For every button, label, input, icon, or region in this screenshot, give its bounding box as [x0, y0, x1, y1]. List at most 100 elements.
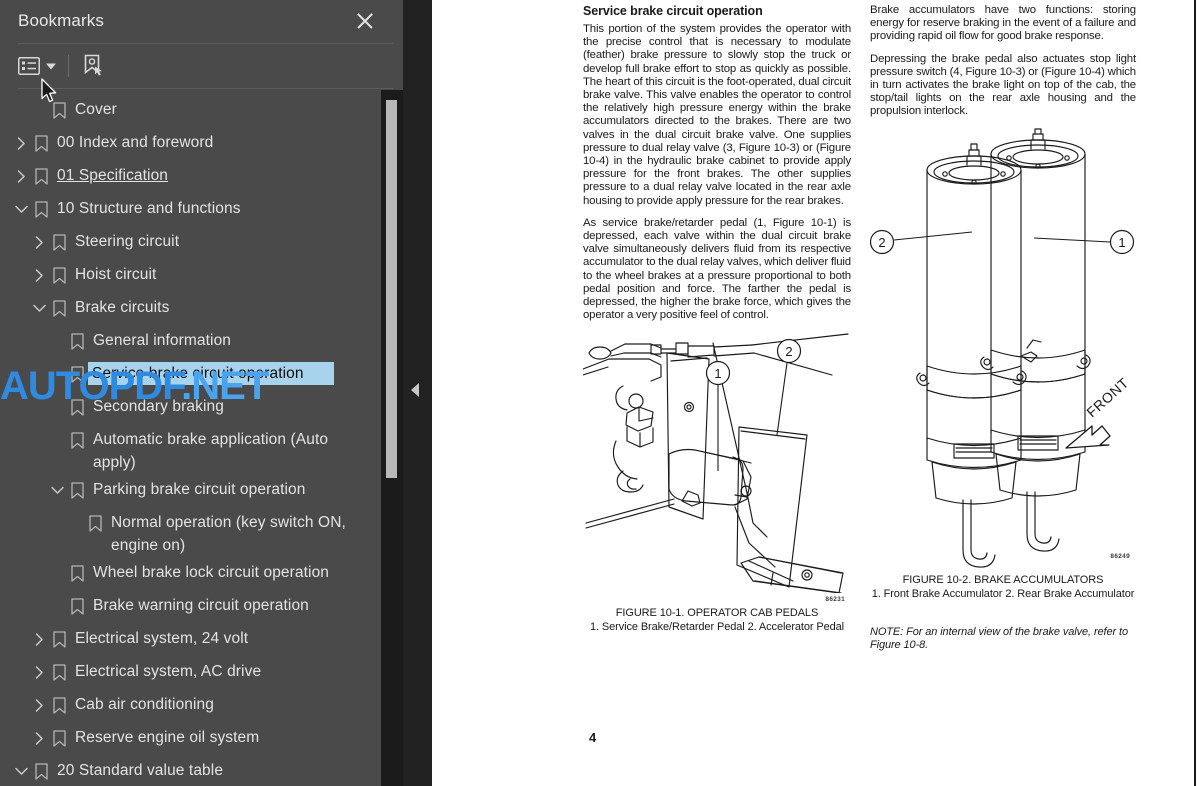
bookmark-item[interactable]: Hoist circuit [0, 259, 381, 292]
bookmark-item-label: 20 Standard value table [57, 762, 224, 779]
bookmark-item-label: General information [93, 332, 232, 349]
bookmark-item[interactable]: Cover [0, 94, 381, 127]
bookmark-item-label: Electrical system, AC drive [75, 663, 262, 680]
close-icon[interactable] [352, 8, 378, 34]
twisty-spacer [48, 395, 66, 419]
svg-text:FRONT: FRONT [1083, 374, 1131, 420]
bookmark-item[interactable]: Parking brake circuit operation [0, 474, 381, 507]
triangle-left-icon[interactable] [411, 383, 419, 397]
bookmark-item-label: Brake circuits [75, 299, 170, 316]
twisty-spacer [48, 428, 66, 452]
bookmark-item[interactable]: Service brake circuit operation [0, 358, 381, 391]
chevron-down-icon[interactable] [12, 759, 30, 783]
bookmark-item-label: Electrical system, 24 volt [75, 630, 249, 647]
bookmark-item-label: Parking brake circuit operation [93, 481, 306, 498]
svg-text:1: 1 [714, 366, 721, 381]
bookmark-item-label: Normal operation (key switch ON, engine … [111, 514, 346, 554]
bookmark-icon [48, 263, 70, 287]
document-right-column: Brake accumulators have two functions: s… [870, 4, 1136, 652]
chevron-right-icon[interactable] [30, 693, 48, 717]
bookmark-icon [48, 627, 70, 651]
chevron-right-icon[interactable] [30, 230, 48, 254]
bookmark-item[interactable]: Brake circuits [0, 292, 381, 325]
document-left-column: Service brake circuit operation This por… [583, 4, 851, 634]
paragraph: Depressing the brake pedal also actuates… [870, 52, 1136, 118]
bookmark-item[interactable]: Electrical system, 24 volt [0, 623, 381, 656]
bookmark-item-label: Service brake circuit operation [87, 361, 335, 386]
bookmark-item[interactable]: Electrical system, AC drive [0, 656, 381, 689]
chevron-down-icon[interactable] [12, 197, 30, 221]
bookmark-item[interactable]: 20 Standard value table [0, 755, 381, 786]
bookmark-icon [30, 197, 52, 221]
chevron-right-icon[interactable] [30, 627, 48, 651]
drawing-code: 86231 [825, 596, 845, 604]
chevron-down-icon[interactable] [30, 296, 48, 320]
bookmark-item[interactable]: 00 Index and foreword [0, 127, 381, 160]
toolbar-divider [68, 55, 69, 77]
bookmark-item[interactable]: Wheel brake lock circuit operation [0, 557, 381, 590]
bookmark-item[interactable]: Steering circuit [0, 226, 381, 259]
twisty-spacer [66, 511, 84, 535]
bookmark-icon [48, 230, 70, 254]
document-page: Service brake circuit operation This por… [432, 0, 1200, 786]
bookmark-item[interactable]: General information [0, 325, 381, 358]
chevron-down-icon[interactable] [48, 478, 66, 502]
bookmark-item-label: Secondary braking [93, 398, 224, 415]
chevron-down-icon[interactable] [40, 51, 60, 81]
bookmark-item[interactable]: Reserve engine oil system [0, 722, 381, 755]
chevron-right-icon[interactable] [12, 164, 30, 188]
figure-legend-item: 1. Service Brake/Retarder Pedal [589, 621, 745, 634]
pdf-viewer-window: Bookmarks Cover 00 Index and foreword 01… [0, 0, 1200, 786]
new-bookmark-icon[interactable] [81, 51, 105, 81]
bookmark-icon [48, 726, 70, 750]
bookmark-item-label: Hoist circuit [75, 266, 157, 283]
bookmark-item[interactable]: Secondary braking [0, 391, 381, 424]
figure-brake-accumulators: FRONT 2 1 86249 [870, 128, 1136, 568]
bookmark-item[interactable]: Brake warning circuit operation [0, 590, 381, 623]
bookmark-item-label: Automatic brake application (Auto apply) [93, 431, 329, 471]
twisty-spacer [48, 594, 66, 618]
divider [18, 88, 393, 89]
paragraph: As service brake/retarder pedal (1, Figu… [583, 216, 851, 322]
bookmarks-panel-header: Bookmarks [0, 0, 410, 42]
figure-legend-item: 2. Rear Brake Accumulator [1005, 587, 1135, 600]
drawing-code: 86249 [1110, 552, 1130, 560]
bookmark-icon [48, 296, 70, 320]
twisty-spacer [48, 362, 66, 386]
bookmark-icon [66, 362, 88, 386]
bookmark-icon [30, 131, 52, 155]
chevron-right-icon[interactable] [30, 263, 48, 287]
svg-text:1: 1 [1118, 235, 1125, 250]
bookmark-item-label: Wheel brake lock circuit operation [93, 564, 330, 581]
twisty-spacer [48, 329, 66, 353]
bookmark-icon [66, 561, 88, 585]
chevron-right-icon[interactable] [30, 726, 48, 750]
figure-legend-item: 1. Front Brake Accumulator [871, 587, 1003, 600]
figure-operator-cab-pedals: 1 2 86231 [583, 331, 851, 604]
chevron-right-icon[interactable] [12, 131, 30, 155]
figure-note: NOTE: For an internal view of the brake … [870, 626, 1129, 652]
bookmark-icon [84, 511, 106, 535]
sidebar-scrollbar-thumb[interactable] [386, 100, 397, 478]
bookmark-tree[interactable]: Cover 00 Index and foreword 01 Specificati… [0, 94, 381, 786]
bookmark-item[interactable]: Automatic brake application (Auto apply) [0, 424, 381, 474]
figure-legend: 1. Service Brake/Retarder Pedal 2. Accel… [583, 621, 851, 634]
bookmark-icon [66, 428, 88, 452]
paragraph: This portion of the system provides the … [583, 23, 851, 207]
twisty-spacer [30, 98, 48, 122]
bookmark-icon [30, 164, 52, 188]
bookmark-item[interactable]: 10 Structure and functions [0, 193, 381, 226]
bookmark-icon [48, 98, 70, 122]
chevron-right-icon[interactable] [30, 660, 48, 684]
bookmark-item[interactable]: Normal operation (key switch ON, engine … [0, 507, 381, 557]
bookmark-item[interactable]: Cab air conditioning [0, 689, 381, 722]
bookmark-item-label: Brake warning circuit operation [93, 597, 309, 614]
bookmark-item[interactable]: 01 Specification [0, 160, 381, 193]
bookmark-item-label: 01 Specification [57, 167, 169, 184]
bookmark-icon [48, 660, 70, 684]
list-view-icon[interactable] [18, 51, 40, 81]
bookmark-icon [66, 329, 88, 353]
bookmark-icon [66, 395, 88, 419]
section-heading: Service brake circuit operation [583, 4, 763, 18]
bookmark-item-label: Steering circuit [75, 233, 180, 250]
